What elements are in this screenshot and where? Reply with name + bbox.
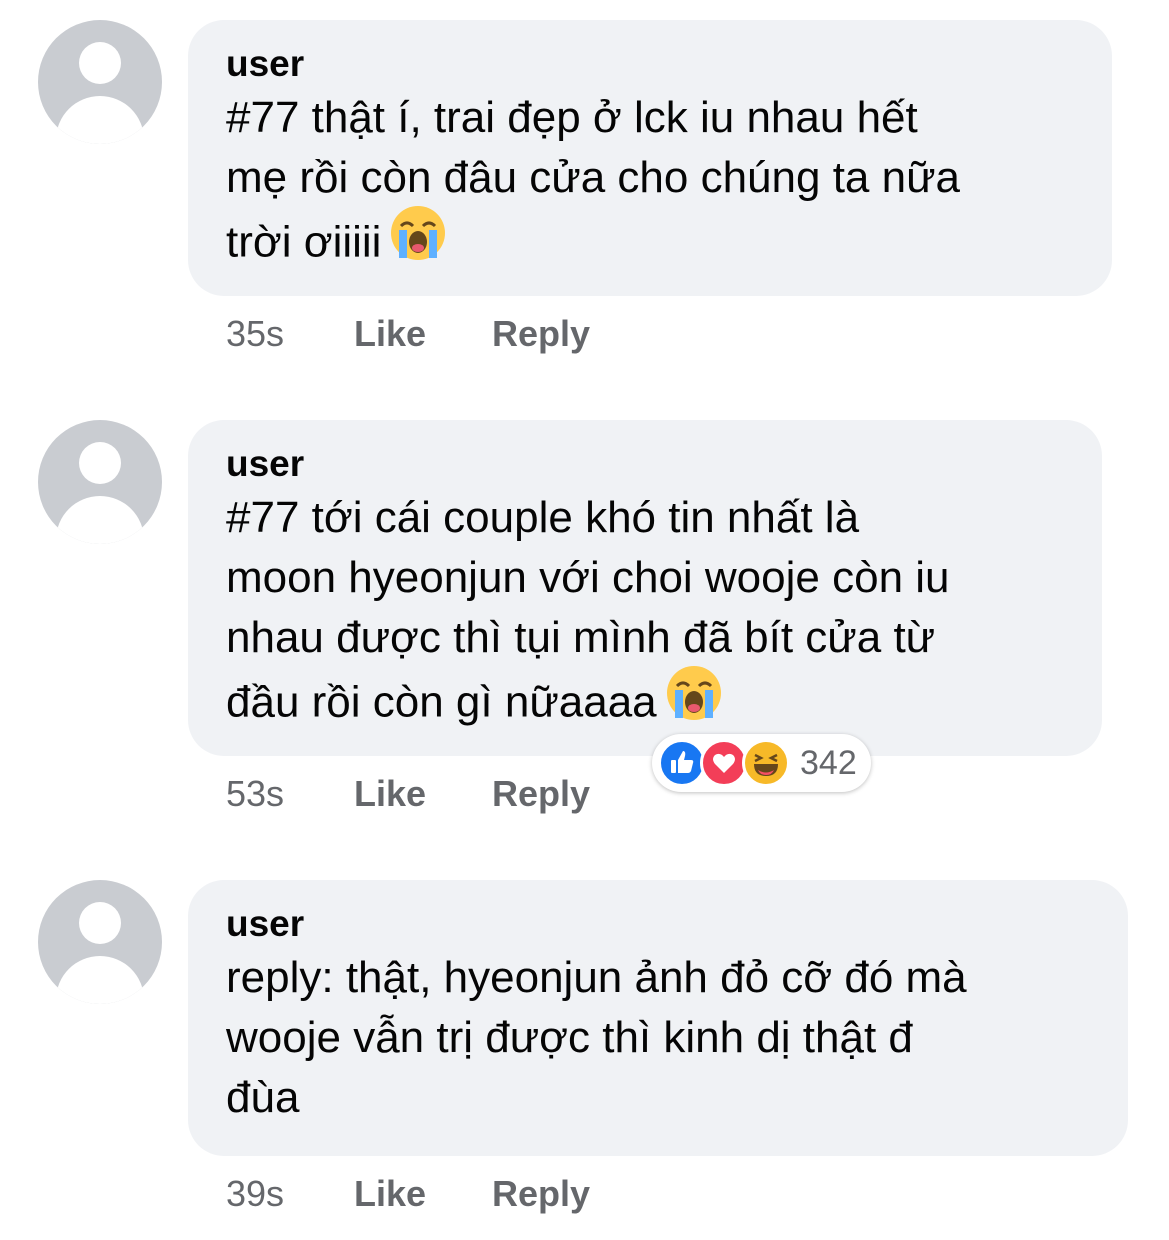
comment-time[interactable]: 35s [226,314,354,354]
crying-face-icon [665,664,723,738]
avatar-head-shape [79,442,121,484]
comment-author[interactable]: user [226,442,1064,486]
comment-time[interactable]: 39s [226,1174,354,1214]
avatar[interactable] [38,420,162,544]
reply-button[interactable]: Reply [492,314,590,354]
comment-meta: 35s Like Reply [226,314,590,354]
comment-text: #77 thật í, trai đẹp ở lck iu nhau hết m… [226,88,1074,282]
comment-text: #77 tới cái couple khó tin nhất là moon … [226,488,1064,742]
reply-button[interactable]: Reply [492,1174,590,1214]
avatar-body-shape [56,96,144,144]
comment-bubble[interactable]: user #77 tới cái couple khó tin nhất là … [188,420,1102,756]
comment-author[interactable]: user [226,42,1074,86]
avatar-body-shape [56,496,144,544]
comment-text-body: #77 tới cái couple khó tin nhất là moon … [226,493,950,727]
haha-reaction-icon [742,739,790,787]
avatar[interactable] [38,20,162,144]
like-button[interactable]: Like [354,774,492,814]
avatar[interactable] [38,880,162,1004]
comment-meta: 53s Like Reply [226,774,590,814]
reaction-count: 342 [800,743,857,782]
comment-author[interactable]: user [226,902,1090,946]
comment-text-body: #77 thật í, trai đẹp ở lck iu nhau hết m… [226,93,961,267]
comment-time[interactable]: 53s [226,774,354,814]
reply-button[interactable]: Reply [492,774,590,814]
crying-face-icon [389,204,447,278]
like-button[interactable]: Like [354,1174,492,1214]
reactions-summary[interactable]: 342 [652,734,871,792]
avatar-head-shape [79,42,121,84]
comment-bubble[interactable]: user reply: thật, hyeonjun ảnh đỏ cỡ đó … [188,880,1128,1156]
comment-bubble[interactable]: user #77 thật í, trai đẹp ở lck iu nhau … [188,20,1112,296]
avatar-body-shape [56,956,144,1004]
love-reaction-icon [700,739,748,787]
like-reaction-icon [658,739,706,787]
comment-text: reply: thật, hyeonjun ảnh đỏ cỡ đó mà wo… [226,953,967,1122]
comment-meta: 39s Like Reply [226,1174,590,1214]
avatar-head-shape [79,902,121,944]
like-button[interactable]: Like [354,314,492,354]
